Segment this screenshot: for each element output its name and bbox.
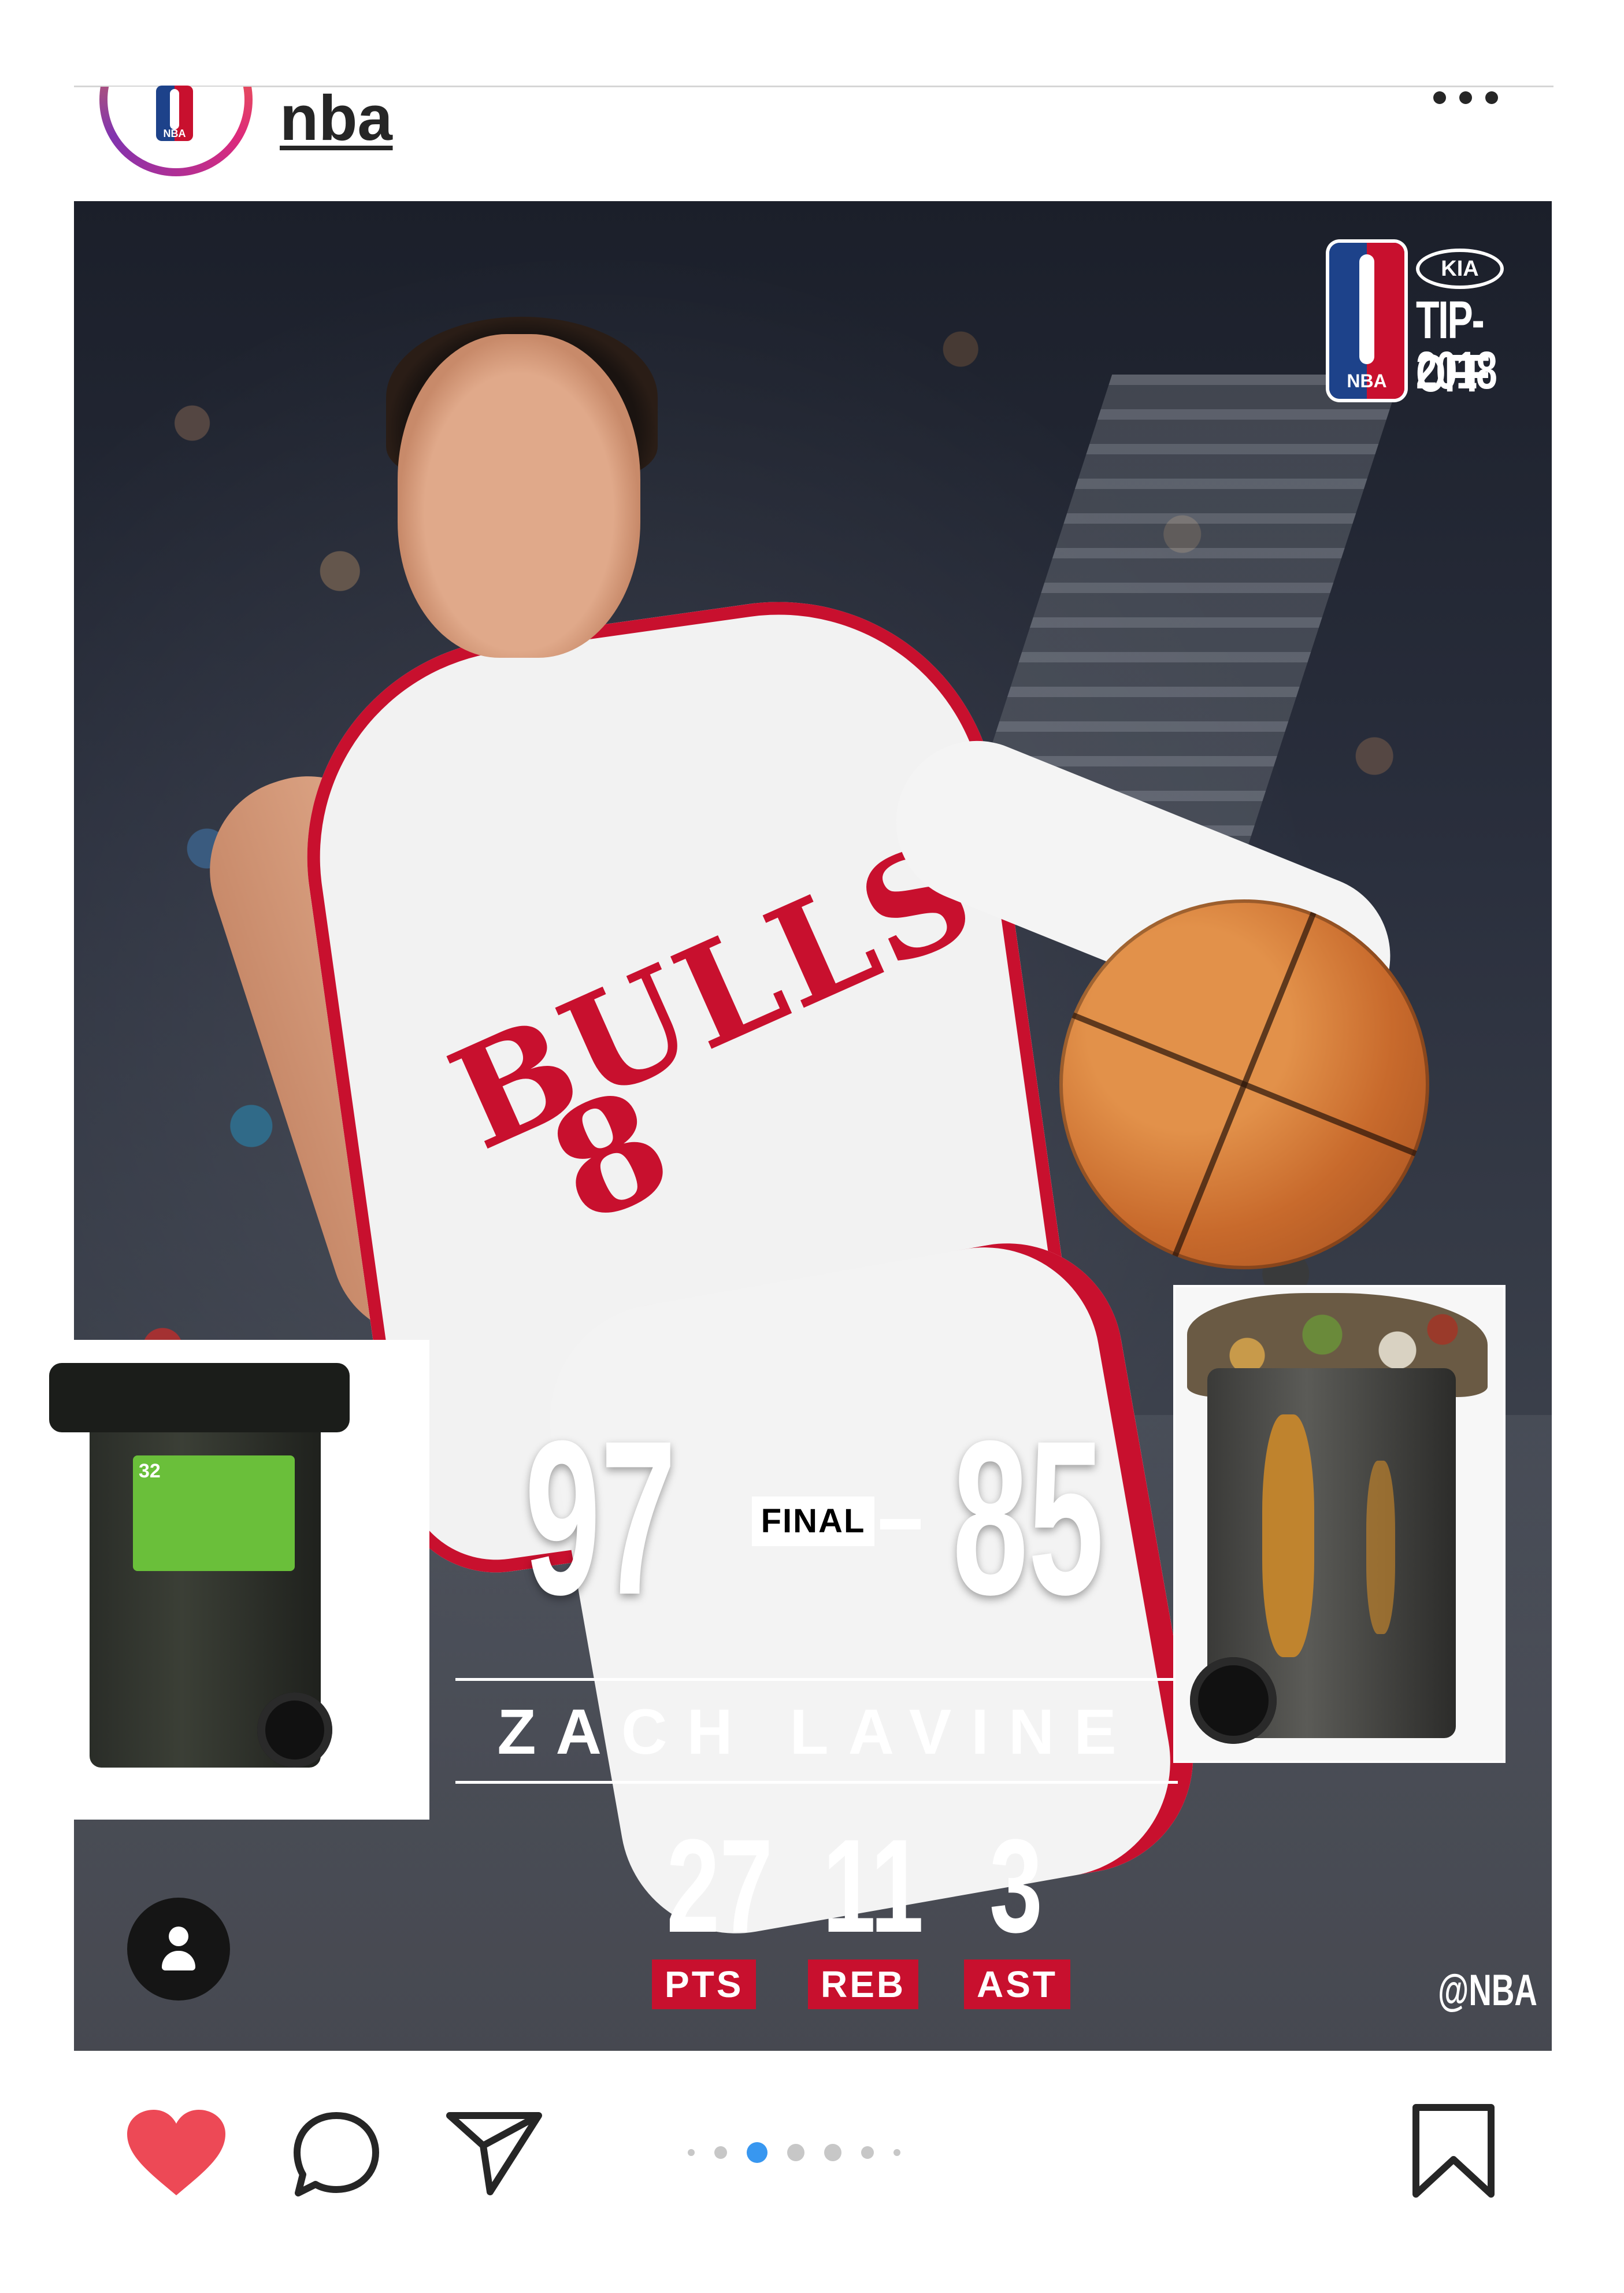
tagged-users-button[interactable] xyxy=(127,1898,230,2001)
trash-bin-wheel xyxy=(1190,1657,1277,1744)
comment-icon xyxy=(294,2112,379,2196)
trash-bin-lid xyxy=(49,1363,350,1432)
more-options-button[interactable] xyxy=(1433,81,1503,113)
nba-logo-icon: NBA xyxy=(156,86,193,141)
stat-value: 27 xyxy=(666,1812,773,1960)
carousel-dot xyxy=(714,2146,727,2159)
nba-logo-icon: NBA xyxy=(1329,243,1404,399)
stat-label: AST xyxy=(964,1959,1070,2010)
divider xyxy=(455,1678,1178,1681)
divider xyxy=(455,1781,1178,1784)
carousel-dot xyxy=(824,2144,841,2161)
user-tag-icon xyxy=(169,1927,188,1946)
trash-bin-image-right xyxy=(1173,1285,1506,1763)
logo-silhouette xyxy=(1359,254,1374,364)
stat-assists: 3 AST xyxy=(964,1812,1070,2010)
more-dot xyxy=(1459,91,1472,104)
logo-silhouette xyxy=(170,89,179,129)
score-right: 85 xyxy=(952,1395,1104,1640)
more-dot xyxy=(1485,91,1498,104)
logo-text: NBA xyxy=(163,128,186,139)
tipoff-year: 2018 xyxy=(1416,341,1497,400)
header-divider xyxy=(74,86,1553,87)
trash-bin-label: 32 xyxy=(133,1455,295,1571)
bookmark-icon xyxy=(1412,2104,1495,2198)
carousel-dot xyxy=(688,2149,695,2156)
heart-icon xyxy=(127,2110,225,2195)
post-username[interactable]: nba xyxy=(280,88,393,150)
stat-label: PTS xyxy=(652,1959,757,2010)
carousel-dot xyxy=(787,2144,804,2161)
basketball xyxy=(1059,899,1429,1269)
save-button[interactable] xyxy=(1410,2102,1497,2203)
bin-stain xyxy=(1366,1461,1395,1634)
stat-rebounds: 11 REB xyxy=(808,1812,924,2010)
player-head xyxy=(398,334,640,658)
user-tag-icon-body xyxy=(162,1951,195,1970)
trash-bin-image-left: 32 xyxy=(43,1340,429,1820)
stat-value: 11 xyxy=(822,1812,924,1960)
stat-label: REB xyxy=(808,1959,919,2010)
logo-text: NBA xyxy=(1347,371,1387,391)
ball-seam xyxy=(1071,1012,1417,1157)
like-button[interactable] xyxy=(127,2110,225,2199)
post-action-bar xyxy=(0,2081,1624,2208)
share-button[interactable] xyxy=(445,2110,543,2199)
player-name: ZACH LAVINE xyxy=(497,1696,1136,1768)
score-left: 97 xyxy=(525,1395,677,1640)
carousel-dot xyxy=(861,2146,874,2159)
tipoff-badge: NBA KIA TIP-OFF 2018 xyxy=(1329,243,1537,428)
bin-stain xyxy=(1262,1414,1314,1657)
comment-button[interactable] xyxy=(290,2109,383,2204)
sponsor-logo: KIA xyxy=(1416,249,1504,289)
send-icon xyxy=(446,2112,542,2195)
carousel-dot-active xyxy=(747,2142,767,2163)
bin-size-text: 32 xyxy=(139,1460,161,1482)
carousel-dot xyxy=(893,2149,900,2156)
score-dash xyxy=(880,1519,921,1529)
trash-bin-wheel xyxy=(257,1692,332,1768)
stat-value: 3 xyxy=(989,1812,1043,1960)
stat-points: 27 PTS xyxy=(652,1812,773,2010)
more-horizontal-icon xyxy=(1433,91,1446,104)
nba-handle: @NBA xyxy=(1438,1966,1537,2015)
final-badge: FINAL xyxy=(752,1496,874,1546)
